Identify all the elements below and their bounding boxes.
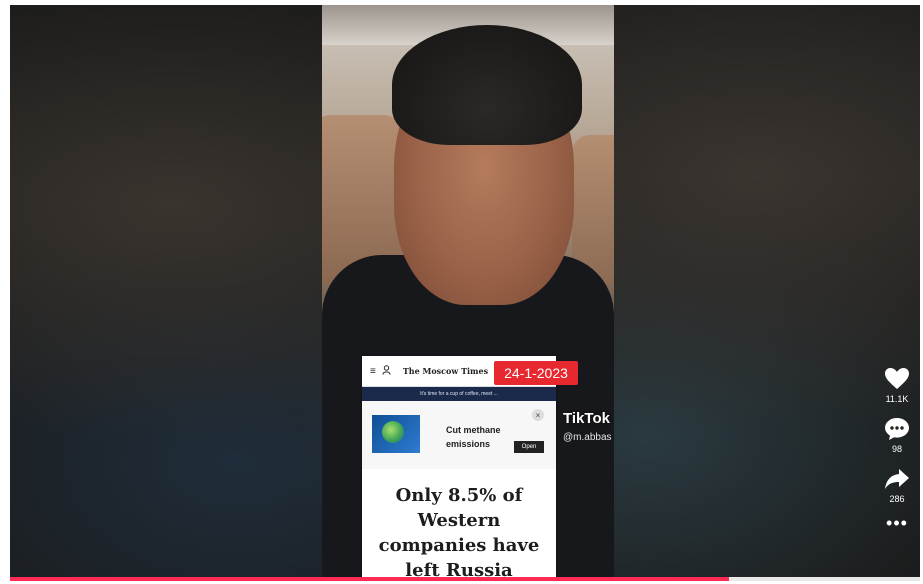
speaker-hair <box>392 25 582 145</box>
user-icon <box>382 365 391 377</box>
video-progress-bar[interactable] <box>10 577 920 581</box>
article-headline: Only 8.5% of Western companies have left… <box>378 485 540 578</box>
article-screenshot-overlay: ≡ The Moscow Times It's time for a cup o… <box>362 356 556 578</box>
publication-logo: The Moscow Times <box>402 366 489 376</box>
more-icon: ••• <box>886 513 908 533</box>
date-badge: 24-1-2023 <box>494 361 578 385</box>
hamburger-icon: ≡ <box>370 365 376 377</box>
share-count: 286 <box>889 494 905 504</box>
like-button[interactable]: 11.1K <box>884 366 910 404</box>
more-button[interactable]: ••• <box>886 513 908 533</box>
globe-icon <box>382 421 404 443</box>
video-progress-fill <box>10 577 729 581</box>
comment-count: 98 <box>891 444 902 454</box>
comment-button[interactable]: 98 <box>884 416 910 454</box>
article-banner: It's time for a cup of coffee, meet ... <box>362 387 556 401</box>
close-icon: × <box>532 409 544 421</box>
comment-icon <box>884 416 910 442</box>
like-count: 11.1K <box>885 394 909 404</box>
tiktok-watermark: TikTok <box>563 410 610 427</box>
ad-button: Open <box>514 441 544 453</box>
advertisement: Cut methane emissions Open × <box>362 401 556 469</box>
watermark-username: @m.abbas <box>563 432 612 443</box>
share-icon <box>884 466 910 492</box>
action-rail: 11.1K 98 286 ••• <box>876 366 918 540</box>
ad-text: Cut methane emissions <box>446 425 501 449</box>
share-button[interactable]: 286 <box>884 466 910 504</box>
heart-icon <box>884 366 910 392</box>
